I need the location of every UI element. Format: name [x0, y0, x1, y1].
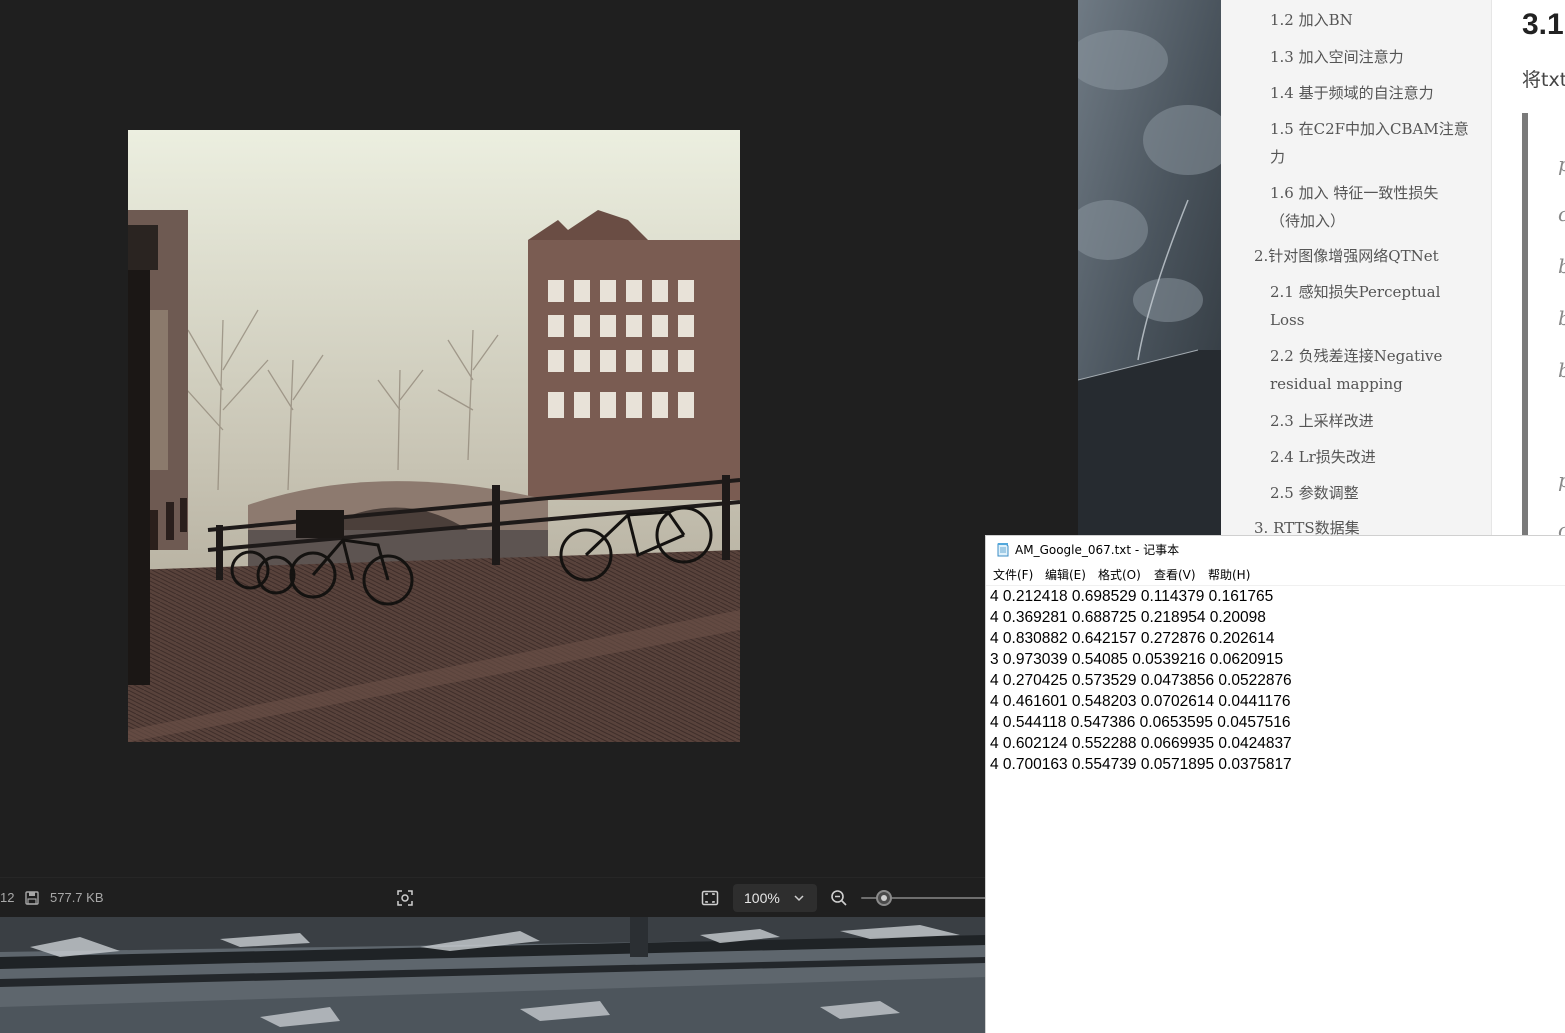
menu-view[interactable]: 查看(V)	[1154, 564, 1196, 586]
text-line: 4 0.602124 0.552288 0.0669935 0.0424837	[990, 735, 1292, 752]
notepad-window: AM_Google_067.txt - 记事本 文件(F) 编辑(E) 格式(O…	[985, 535, 1565, 1033]
toc-item-1-6[interactable]: 1.6 加入 特征一致性损失	[1270, 179, 1485, 207]
code-line: b	[1558, 254, 1565, 278]
zoom-level-value: 100%	[744, 890, 780, 906]
text-line: 4 0.700163 0.554739 0.0571895 0.0375817	[990, 756, 1292, 773]
chevron-down-icon	[791, 890, 807, 906]
code-line: c	[1558, 518, 1565, 535]
text-line: 4 0.212418 0.698529 0.114379 0.161765	[990, 588, 1274, 605]
zoom-level-dropdown[interactable]: 100%	[733, 884, 817, 912]
toc-item-2[interactable]: 2.针对图像增强网络QTNet	[1254, 242, 1484, 270]
desktop-wallpaper-storm	[1078, 0, 1221, 535]
page-counter: 12	[0, 890, 15, 905]
code-line: p	[1558, 468, 1565, 492]
code-block-border	[1522, 113, 1528, 535]
toc-item-2-1-cont[interactable]: Loss	[1270, 306, 1485, 334]
toc-item-2-4[interactable]: 2.4 Lr损失改进	[1270, 443, 1485, 471]
blog-article: 3.1 将txt p c b b b p c	[1491, 0, 1565, 535]
code-line: b	[1558, 306, 1565, 330]
foggy-canal-photo	[128, 130, 740, 742]
photo-viewer: 12 577.7 KB 100%	[0, 0, 1078, 1033]
code-line: b	[1558, 358, 1565, 382]
toc-item-1-6-cont[interactable]: （待加入）	[1270, 207, 1485, 235]
zoom-slider-thumb[interactable]	[876, 890, 892, 906]
notepad-titlebar[interactable]: AM_Google_067.txt - 记事本	[986, 536, 1565, 564]
background-window-photo	[0, 917, 986, 1033]
menu-edit[interactable]: 编辑(E)	[1045, 564, 1086, 586]
code-line: c	[1558, 202, 1565, 226]
disk-icon	[24, 890, 40, 906]
toc-item-2-2[interactable]: 2.2 负残差连接Negative	[1270, 342, 1485, 370]
notepad-icon	[995, 542, 1011, 558]
text-line: 4 0.270425 0.573529 0.0473856 0.0522876	[990, 672, 1292, 689]
text-line: 4 0.544118 0.547386 0.0653595 0.0457516	[990, 714, 1291, 731]
text-line: 4 0.461601 0.548203 0.0702614 0.0441176	[990, 693, 1291, 710]
toc-item-1-5-cont[interactable]: 力	[1270, 143, 1485, 171]
code-line: p	[1558, 152, 1565, 176]
toc-item-2-5[interactable]: 2.5 参数调整	[1270, 479, 1485, 507]
menu-help[interactable]: 帮助(H)	[1208, 564, 1250, 586]
toc-item-1-5[interactable]: 1.5 在C2F中加入CBAM注意	[1270, 115, 1485, 143]
toc-item-3[interactable]: 3. RTTS数据集	[1254, 514, 1484, 535]
toc-item-1-2[interactable]: 1.2 加入BN	[1270, 6, 1485, 34]
window-title: AM_Google_067.txt - 记事本	[1015, 543, 1180, 557]
toc-item-2-1[interactable]: 2.1 感知损失Perceptual	[1270, 278, 1485, 306]
toc-item-1-3[interactable]: 1.3 加入空间注意力	[1270, 43, 1485, 71]
article-paragraph: 将txt	[1522, 69, 1565, 91]
toc-item-1-4[interactable]: 1.4 基于频域的自注意力	[1270, 79, 1485, 107]
viewer-status-bar: 12 577.7 KB 100%	[0, 877, 986, 917]
text-line: 4 0.369281 0.688725 0.218954 0.20098	[990, 609, 1266, 626]
text-line: 3 0.973039 0.54085 0.0539216 0.0620915	[990, 651, 1284, 668]
fit-screen-icon[interactable]	[700, 888, 720, 908]
toc-item-2-2-cont[interactable]: residual mapping	[1270, 370, 1485, 398]
blog-table-of-contents: 1.2 加入BN 1.3 加入空间注意力 1.4 基于频域的自注意力 1.5 在…	[1221, 0, 1491, 535]
notepad-text-area[interactable]: 4 0.212418 0.698529 0.114379 0.161765 4 …	[986, 586, 1565, 1033]
section-heading: 3.1	[1522, 8, 1564, 41]
menu-file[interactable]: 文件(F)	[993, 564, 1033, 586]
zoom-out-icon[interactable]	[829, 888, 849, 908]
notepad-menubar: 文件(F) 编辑(E) 格式(O) 查看(V) 帮助(H)	[986, 564, 1565, 586]
text-line: 4 0.830882 0.642157 0.272876 0.202614	[990, 630, 1275, 647]
menu-format[interactable]: 格式(O)	[1098, 564, 1141, 586]
toc-item-2-3[interactable]: 2.3 上采样改进	[1270, 407, 1485, 435]
focus-icon[interactable]	[395, 888, 415, 908]
file-size: 577.7 KB	[50, 890, 104, 905]
desktop: 12 577.7 KB 100% 1.2 加入BN 1.3 加入空间注意力 1.…	[0, 0, 1565, 1033]
